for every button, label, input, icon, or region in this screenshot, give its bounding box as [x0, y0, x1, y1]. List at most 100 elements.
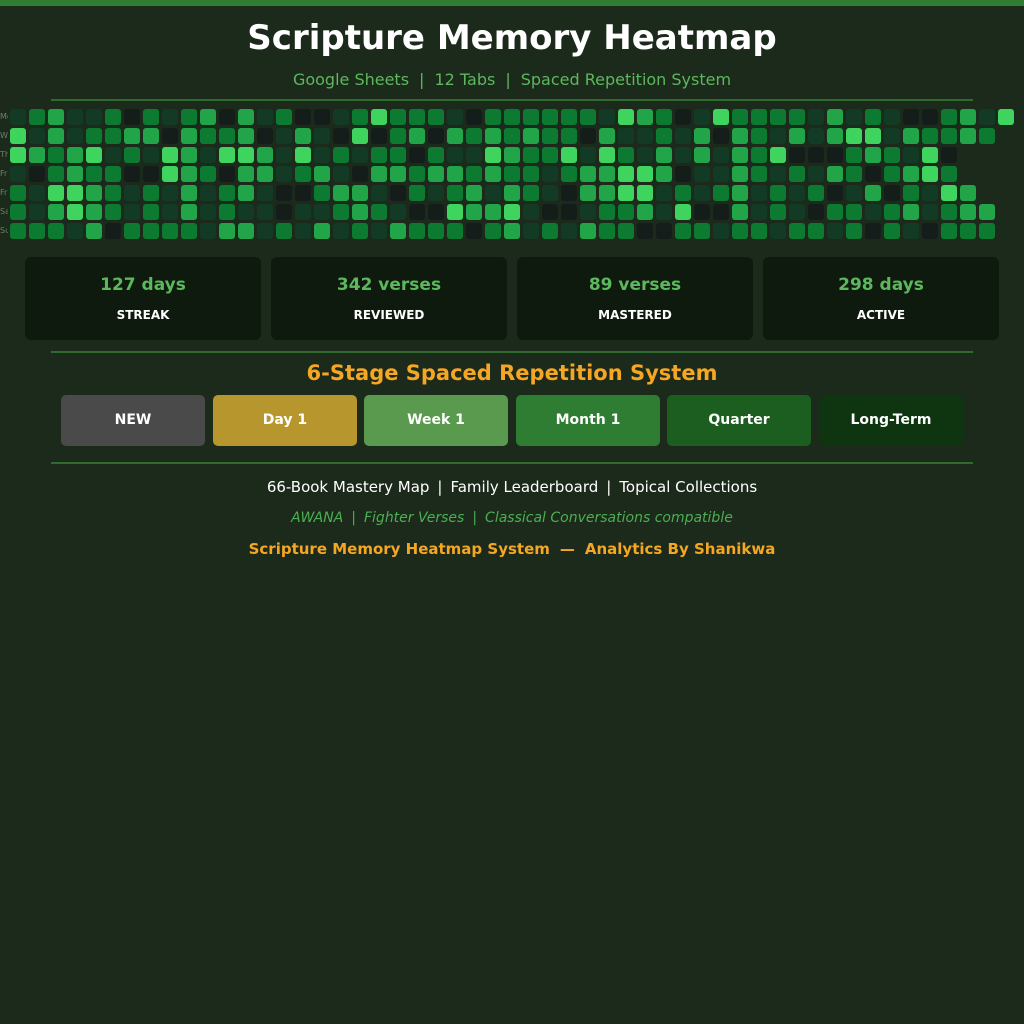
- heatmap-cell: [428, 109, 444, 125]
- heatmap-cell: [86, 147, 102, 163]
- heatmap-cell: [67, 109, 83, 125]
- heatmap-cell: [523, 166, 539, 182]
- heatmap-cell: [219, 223, 235, 239]
- heatmap-grid: Mon Wed Thu Fri Fri Sat Sun: [0, 109, 1024, 241]
- heatmap-cell: [732, 185, 748, 201]
- heatmap-cell: [371, 128, 387, 144]
- heatmap-cell: [675, 185, 691, 201]
- heatmap-cell: [599, 185, 615, 201]
- stage-new-button[interactable]: NEW: [61, 395, 205, 446]
- heatmap-cell: [162, 204, 178, 220]
- heatmap-cell: [257, 147, 273, 163]
- heatmap-cell: [409, 128, 425, 144]
- heatmap-cell: [960, 223, 976, 239]
- compat-awana: AWANA: [291, 510, 344, 526]
- heatmap-cell: [599, 109, 615, 125]
- heatmap-cell: [694, 166, 710, 182]
- heatmap-cell: [371, 223, 387, 239]
- subtitle-separator: |: [505, 70, 511, 89]
- heatmap-cell: [827, 109, 843, 125]
- heatmap-cell: [922, 185, 938, 201]
- top-accent-bar: [0, 0, 1024, 6]
- heatmap-cell: [656, 204, 672, 220]
- heatmap-cell: [352, 223, 368, 239]
- heatmap-cell: [675, 109, 691, 125]
- heatmap-cell: [751, 204, 767, 220]
- heatmap-cell: [238, 128, 254, 144]
- heatmap-cell: [504, 109, 520, 125]
- heatmap-cell: [257, 204, 273, 220]
- heatmap-cell: [561, 166, 577, 182]
- heatmap-cell: [884, 185, 900, 201]
- heatmap-cell: [751, 128, 767, 144]
- heatmap-cell: [29, 185, 45, 201]
- heatmap-cell: [10, 185, 26, 201]
- heatmap-cell: [143, 128, 159, 144]
- heatmap-cell: [485, 128, 501, 144]
- heatmap-cell: [542, 166, 558, 182]
- stat-value: 342 verses: [336, 275, 442, 295]
- heatmap-cell: [333, 109, 349, 125]
- heatmap-cell: [219, 128, 235, 144]
- heatmap-cell: [447, 128, 463, 144]
- heatmap-cell: [143, 109, 159, 125]
- stage-week1-button[interactable]: Week 1: [364, 395, 508, 446]
- heatmap-cell: [979, 223, 995, 239]
- heatmap-cell: [656, 128, 672, 144]
- heatmap-cell: [542, 185, 558, 201]
- heatmap-cell: [29, 128, 45, 144]
- stage-month1-button[interactable]: Month 1: [516, 395, 660, 446]
- heatmap-cell: [865, 147, 881, 163]
- heatmap-cell: [713, 109, 729, 125]
- heatmap-cell: [941, 185, 957, 201]
- heatmap-cell: [523, 223, 539, 239]
- heatmap-cell: [808, 147, 824, 163]
- heatmap-cell: [48, 109, 64, 125]
- heatmap-cell: [67, 166, 83, 182]
- heatmap-cell: [732, 223, 748, 239]
- stage-day1-button[interactable]: Day 1: [213, 395, 357, 446]
- heatmap-cell: [618, 223, 634, 239]
- stage-quarter-button[interactable]: Quarter: [667, 395, 811, 446]
- heatmap-cell: [162, 109, 178, 125]
- compatibility-list: AWANA | Fighter Verses | Classical Conversat…: [0, 508, 1024, 528]
- heatmap-cell: [428, 166, 444, 182]
- heatmap-cell: [390, 166, 406, 182]
- heatmap-cell: [162, 128, 178, 144]
- compat-separator: |: [472, 510, 478, 526]
- heatmap-cell: [67, 223, 83, 239]
- heatmap-cell: [979, 109, 995, 125]
- stage-longterm-button[interactable]: Long-Term: [819, 395, 963, 446]
- heatmap-cell: [523, 128, 539, 144]
- heatmap-cell: [466, 204, 482, 220]
- heatmap-cell: [181, 223, 197, 239]
- heatmap-cell: [219, 185, 235, 201]
- heatmap-cell: [219, 109, 235, 125]
- heatmap-cell: [694, 223, 710, 239]
- stats-row: 127 days STREAK 342 verses REVIEWED 89 v…: [25, 257, 1000, 341]
- heatmap-cell: [276, 166, 292, 182]
- heatmap-cell: [143, 147, 159, 163]
- heatmap-cell: [580, 128, 596, 144]
- compat-fighter-verses: Fighter Verses: [363, 510, 465, 526]
- heatmap-cell: [865, 204, 881, 220]
- heatmap-cell: [314, 128, 330, 144]
- credit-line: Scripture Memory Heatmap System — Analytic…: [0, 538, 1024, 560]
- heatmap-cell: [86, 185, 102, 201]
- heatmap-cell: [675, 128, 691, 144]
- heatmap-cell: [656, 147, 672, 163]
- heatmap-cell: [390, 109, 406, 125]
- heatmap-cell: [428, 204, 444, 220]
- stat-value: 127 days: [100, 275, 186, 295]
- heatmap-cell: [960, 128, 976, 144]
- heatmap-cell: [713, 166, 729, 182]
- heatmap-cell: [390, 185, 406, 201]
- heatmap-cell: [941, 109, 957, 125]
- heatmap-cell: [48, 166, 64, 182]
- heatmap-cell: [770, 223, 786, 239]
- heatmap-cell: [333, 185, 349, 201]
- stat-card-active: 298 days ACTIVE: [763, 257, 999, 340]
- heatmap-cell: [48, 204, 64, 220]
- heatmap-cell: [352, 147, 368, 163]
- heatmap-cell: [238, 109, 254, 125]
